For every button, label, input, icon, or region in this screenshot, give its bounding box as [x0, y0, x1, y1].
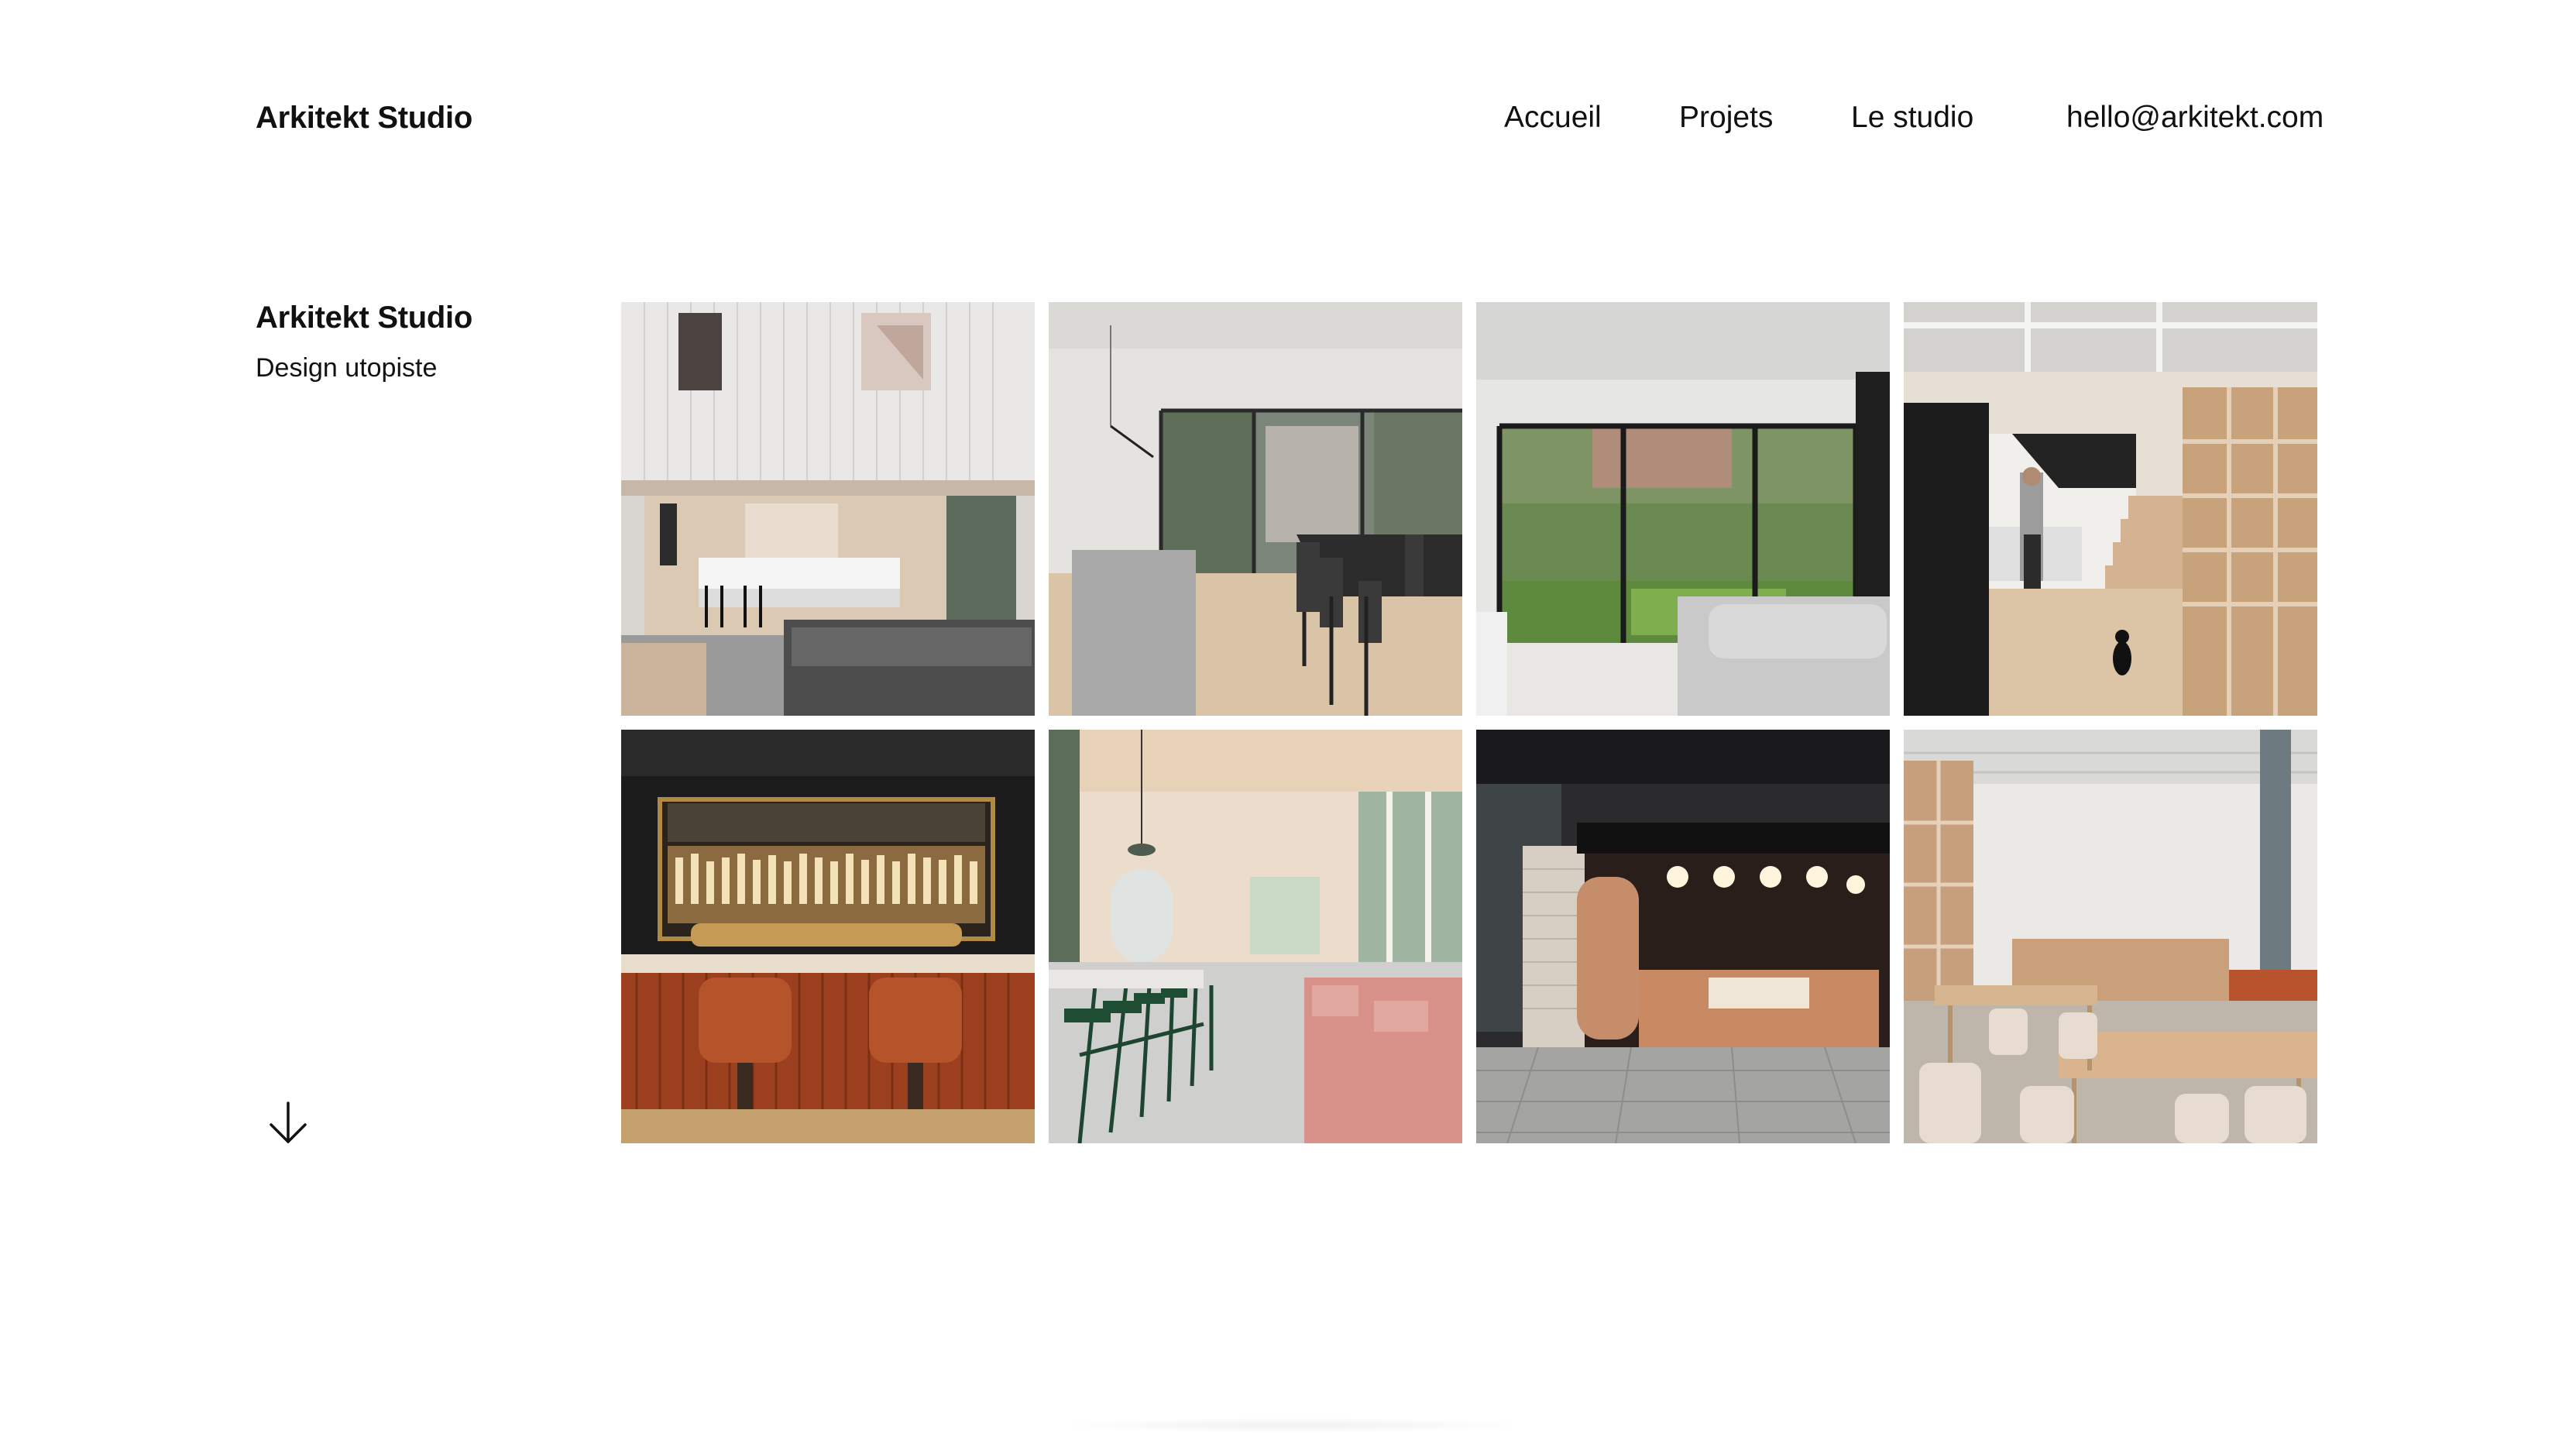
nav-link-projets[interactable]: Projets — [1679, 101, 1773, 135]
brand-logo-link[interactable]: Arkitekt Studio — [256, 101, 472, 136]
arrow-down-icon[interactable] — [266, 1100, 310, 1146]
nav-link-email[interactable]: hello@arkitekt.com — [2066, 101, 2324, 135]
project-thumbnail-2[interactable] — [1049, 302, 1462, 716]
page: Arkitekt Studio Accueil Projets Le studi… — [0, 0, 2576, 1433]
project-thumbnail-3[interactable] — [1476, 302, 1890, 716]
nav-link-le-studio[interactable]: Le studio — [1851, 101, 1973, 135]
project-thumbnail-1[interactable] — [621, 302, 1035, 716]
bottom-shadow — [1061, 1418, 1526, 1433]
project-thumbnail-6[interactable] — [1049, 730, 1462, 1143]
intro-tagline: Design utopiste — [256, 353, 438, 383]
project-thumbnail-8[interactable] — [1904, 730, 2317, 1143]
intro-title: Arkitekt Studio — [256, 301, 472, 335]
project-thumbnail-4[interactable] — [1904, 302, 2317, 716]
project-thumbnail-5[interactable] — [621, 730, 1035, 1143]
project-thumbnail-7[interactable] — [1476, 730, 1890, 1143]
project-gallery — [621, 302, 2317, 1143]
nav-link-accueil[interactable]: Accueil — [1504, 101, 1602, 135]
